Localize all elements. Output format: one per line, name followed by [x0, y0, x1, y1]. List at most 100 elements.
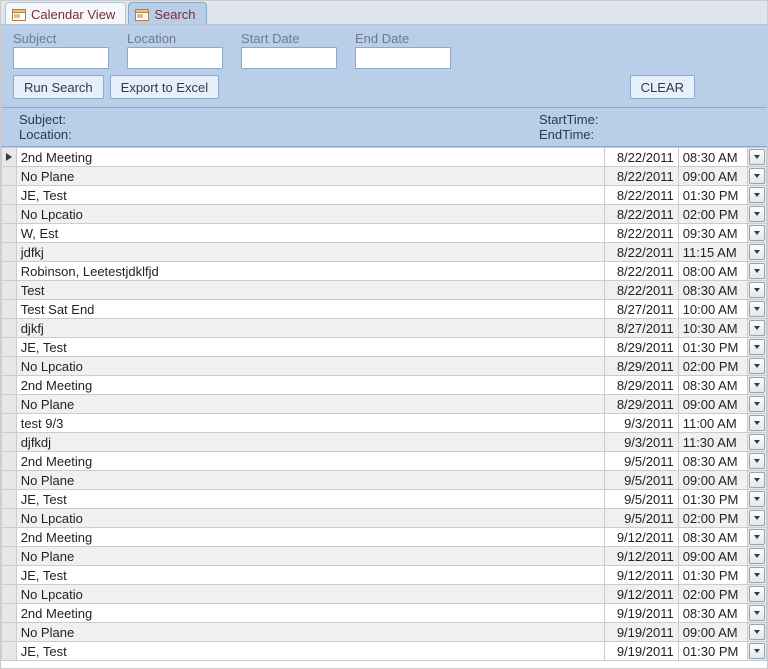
- cell-time[interactable]: 11:30 AM: [678, 433, 747, 452]
- cell-date[interactable]: 8/22/2011: [605, 205, 679, 224]
- cell-time[interactable]: 10:30 AM: [678, 319, 747, 338]
- cell-time-dropdown[interactable]: [748, 642, 767, 661]
- table-row[interactable]: 2nd Meeting8/29/201108:30 AM: [2, 376, 767, 395]
- table-row[interactable]: Robinson, Leetestjdklfjd8/22/201108:00 A…: [2, 262, 767, 281]
- filter-end-date-input[interactable]: [355, 47, 451, 69]
- filter-subject-input[interactable]: [13, 47, 109, 69]
- cell-subject[interactable]: test 9/3: [16, 414, 604, 433]
- cell-time[interactable]: 09:30 AM: [678, 224, 747, 243]
- cell-subject[interactable]: JE, Test: [16, 566, 604, 585]
- table-row[interactable]: Test Sat End8/27/201110:00 AM: [2, 300, 767, 319]
- table-row[interactable]: djfkdj9/3/201111:30 AM: [2, 433, 767, 452]
- clear-button[interactable]: CLEAR: [630, 75, 695, 99]
- cell-subject[interactable]: jdfkj: [16, 243, 604, 262]
- table-row[interactable]: 2nd Meeting9/19/201108:30 AM: [2, 604, 767, 623]
- cell-date[interactable]: 9/5/2011: [605, 452, 679, 471]
- cell-time[interactable]: 01:30 PM: [678, 338, 747, 357]
- cell-subject[interactable]: Robinson, Leetestjdklfjd: [16, 262, 604, 281]
- cell-subject[interactable]: No Lpcatio: [16, 509, 604, 528]
- cell-subject[interactable]: 2nd Meeting: [16, 528, 604, 547]
- cell-time[interactable]: 08:30 AM: [678, 528, 747, 547]
- cell-subject[interactable]: No Plane: [16, 471, 604, 490]
- cell-time-dropdown[interactable]: [748, 148, 767, 167]
- row-selector[interactable]: [2, 262, 17, 281]
- cell-subject[interactable]: 2nd Meeting: [16, 604, 604, 623]
- cell-time[interactable]: 09:00 AM: [678, 395, 747, 414]
- row-selector[interactable]: [2, 281, 17, 300]
- cell-time[interactable]: 01:30 PM: [678, 186, 747, 205]
- row-selector[interactable]: [2, 319, 17, 338]
- cell-date[interactable]: 9/5/2011: [605, 490, 679, 509]
- table-row[interactable]: No Lpcatio8/22/201102:00 PM: [2, 205, 767, 224]
- cell-subject[interactable]: Test: [16, 281, 604, 300]
- cell-subject[interactable]: No Lpcatio: [16, 205, 604, 224]
- cell-time-dropdown[interactable]: [748, 528, 767, 547]
- row-selector[interactable]: [2, 186, 17, 205]
- cell-time-dropdown[interactable]: [748, 376, 767, 395]
- row-selector[interactable]: [2, 547, 17, 566]
- table-row[interactable]: W, Est8/22/201109:30 AM: [2, 224, 767, 243]
- table-row[interactable]: Test8/22/201108:30 AM: [2, 281, 767, 300]
- cell-time-dropdown[interactable]: [748, 224, 767, 243]
- cell-date[interactable]: 9/5/2011: [605, 509, 679, 528]
- cell-date[interactable]: 8/22/2011: [605, 167, 679, 186]
- table-row[interactable]: JE, Test8/29/201101:30 PM: [2, 338, 767, 357]
- cell-time[interactable]: 09:00 AM: [678, 547, 747, 566]
- cell-time-dropdown[interactable]: [748, 490, 767, 509]
- cell-subject[interactable]: No Lpcatio: [16, 585, 604, 604]
- cell-time[interactable]: 09:00 AM: [678, 623, 747, 642]
- row-selector[interactable]: [2, 585, 17, 604]
- cell-time-dropdown[interactable]: [748, 357, 767, 376]
- cell-subject[interactable]: djfkdj: [16, 433, 604, 452]
- table-row[interactable]: jdfkj8/22/201111:15 AM: [2, 243, 767, 262]
- table-row[interactable]: No Plane9/12/201109:00 AM: [2, 547, 767, 566]
- row-selector[interactable]: [2, 490, 17, 509]
- row-selector[interactable]: [2, 338, 17, 357]
- cell-time[interactable]: 02:00 PM: [678, 205, 747, 224]
- cell-subject[interactable]: No Plane: [16, 547, 604, 566]
- cell-time[interactable]: 01:30 PM: [678, 642, 747, 661]
- table-row[interactable]: 2nd Meeting8/22/201108:30 AM: [2, 148, 767, 167]
- cell-time[interactable]: 08:30 AM: [678, 148, 747, 167]
- cell-time-dropdown[interactable]: [748, 338, 767, 357]
- row-selector[interactable]: [2, 452, 17, 471]
- row-selector[interactable]: [2, 357, 17, 376]
- row-selector[interactable]: [2, 604, 17, 623]
- cell-time-dropdown[interactable]: [748, 547, 767, 566]
- cell-date[interactable]: 9/19/2011: [605, 623, 679, 642]
- cell-date[interactable]: 8/29/2011: [605, 338, 679, 357]
- cell-time-dropdown[interactable]: [748, 243, 767, 262]
- row-selector[interactable]: [2, 414, 17, 433]
- cell-date[interactable]: 8/27/2011: [605, 319, 679, 338]
- cell-date[interactable]: 9/12/2011: [605, 585, 679, 604]
- cell-date[interactable]: 8/29/2011: [605, 376, 679, 395]
- tab-search[interactable]: Search: [128, 2, 206, 24]
- cell-subject[interactable]: JE, Test: [16, 338, 604, 357]
- cell-time-dropdown[interactable]: [748, 509, 767, 528]
- table-row[interactable]: test 9/39/3/201111:00 AM: [2, 414, 767, 433]
- cell-time[interactable]: 02:00 PM: [678, 357, 747, 376]
- cell-subject[interactable]: 2nd Meeting: [16, 148, 604, 167]
- cell-time[interactable]: 11:00 AM: [678, 414, 747, 433]
- cell-time-dropdown[interactable]: [748, 281, 767, 300]
- cell-subject[interactable]: djkfj: [16, 319, 604, 338]
- cell-time-dropdown[interactable]: [748, 623, 767, 642]
- table-row[interactable]: No Plane9/19/201109:00 AM: [2, 623, 767, 642]
- tab-calendar-view[interactable]: Calendar View: [5, 2, 126, 24]
- cell-date[interactable]: 8/27/2011: [605, 300, 679, 319]
- cell-subject[interactable]: Test Sat End: [16, 300, 604, 319]
- row-selector[interactable]: [2, 300, 17, 319]
- table-row[interactable]: JE, Test8/22/201101:30 PM: [2, 186, 767, 205]
- cell-date[interactable]: 9/19/2011: [605, 604, 679, 623]
- row-selector[interactable]: [2, 509, 17, 528]
- cell-subject[interactable]: No Plane: [16, 623, 604, 642]
- cell-time-dropdown[interactable]: [748, 566, 767, 585]
- row-selector[interactable]: [2, 471, 17, 490]
- cell-date[interactable]: 8/22/2011: [605, 186, 679, 205]
- cell-subject[interactable]: 2nd Meeting: [16, 376, 604, 395]
- cell-time[interactable]: 11:15 AM: [678, 243, 747, 262]
- cell-subject[interactable]: JE, Test: [16, 186, 604, 205]
- row-selector[interactable]: [2, 642, 17, 661]
- row-selector[interactable]: [2, 148, 17, 167]
- cell-time-dropdown[interactable]: [748, 414, 767, 433]
